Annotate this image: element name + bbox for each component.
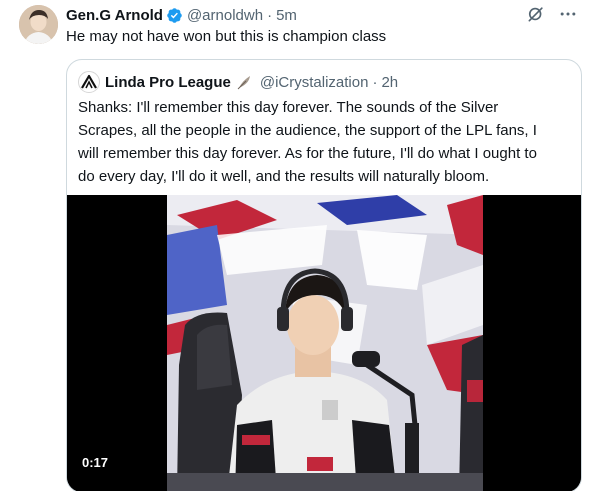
quoted-tweet-timestamp[interactable]: 2h (381, 74, 398, 91)
quoted-author-avatar[interactable] (78, 71, 100, 93)
feather-icon (236, 73, 254, 91)
author-handle[interactable]: @arnoldwh (187, 7, 263, 24)
tweet-card[interactable]: Gen.G Arnold @arnoldwh · 5m He may not h (0, 0, 593, 491)
video-duration: 0:17 (82, 455, 109, 470)
tweet-header: Gen.G Arnold @arnoldwh · 5m (66, 5, 297, 25)
quoted-separator-dot: · (372, 73, 378, 91)
more-icon[interactable] (557, 3, 579, 25)
video-frame (67, 195, 581, 491)
verified-badge-icon (166, 7, 183, 24)
quoted-tweet[interactable]: Linda Pro League @iCrystalization · 2h S… (66, 59, 582, 491)
grok-icon[interactable] (525, 3, 547, 25)
tweet-timestamp[interactable]: 5m (276, 7, 297, 24)
author-display-name[interactable]: Gen.G Arnold (66, 7, 163, 24)
quoted-author-handle[interactable]: @iCrystalization (260, 74, 369, 91)
quoted-author-display-name[interactable]: Linda Pro League (105, 74, 231, 91)
separator-dot: · (267, 6, 273, 24)
quoted-tweet-text: Shanks: I'll remember this day forever. … (78, 96, 573, 188)
tweet-top-actions (525, 3, 579, 25)
tweet-text: He may not have won but this is champion… (66, 28, 387, 45)
quoted-text-line: Shanks: I'll remember this day forever. … (78, 99, 499, 116)
video-player[interactable]: 0:17 (67, 195, 581, 491)
author-avatar[interactable] (19, 5, 58, 44)
quoted-tweet-header: Linda Pro League @iCrystalization · 2h (78, 71, 398, 93)
quoted-text-line: Scrapes, all the people in the audience,… (78, 122, 537, 139)
quoted-text-line: will remember this day forever. As for t… (78, 145, 537, 162)
quoted-text-line: do every day, I'll do it well, and the r… (78, 168, 490, 185)
